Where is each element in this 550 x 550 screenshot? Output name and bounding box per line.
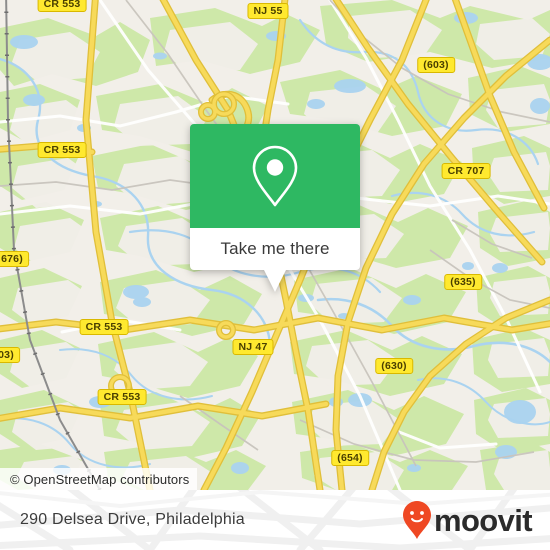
- road-shield: CR 553: [79, 319, 129, 335]
- road-shield: CR 553: [97, 389, 147, 405]
- popup-header: [190, 124, 360, 228]
- moovit-logo[interactable]: moovit: [402, 490, 533, 550]
- footer-bar: 290 Delsea Drive, Philadelphia moovit: [0, 490, 550, 550]
- osm-attribution[interactable]: © OpenStreetMap contributors: [0, 468, 198, 490]
- road-shield: (654): [331, 450, 369, 466]
- road-shield: NJ 55: [247, 3, 289, 19]
- road-shield: CR 553: [37, 0, 87, 12]
- moovit-map-screenshot: CR 553 NJ 55 (603) CR 553 CR 707 676) (635) CR …: [0, 0, 550, 550]
- road-shield: NJ 47: [232, 339, 274, 355]
- popup-tail: [264, 270, 286, 292]
- moovit-smiley-pin-icon: [402, 501, 431, 539]
- take-me-there-popup[interactable]: Take me there: [190, 124, 360, 292]
- map-canvas[interactable]: CR 553 NJ 55 (603) CR 553 CR 707 676) (635) CR …: [0, 0, 550, 490]
- road-shield: CR 553: [37, 142, 87, 158]
- road-shield: CR 707: [441, 163, 491, 179]
- road-shield: (630): [375, 358, 413, 374]
- road-shield: 676): [0, 251, 29, 267]
- moovit-wordmark: moovit: [433, 502, 533, 538]
- take-me-there-label: Take me there: [220, 239, 330, 258]
- map-pin-icon: [252, 145, 298, 207]
- popup-footer[interactable]: Take me there: [190, 228, 360, 270]
- road-shield: (603): [417, 57, 455, 73]
- road-shield: (635): [444, 274, 482, 290]
- road-shield: 03): [0, 347, 20, 363]
- address-label: 290 Delsea Drive, Philadelphia: [20, 511, 245, 528]
